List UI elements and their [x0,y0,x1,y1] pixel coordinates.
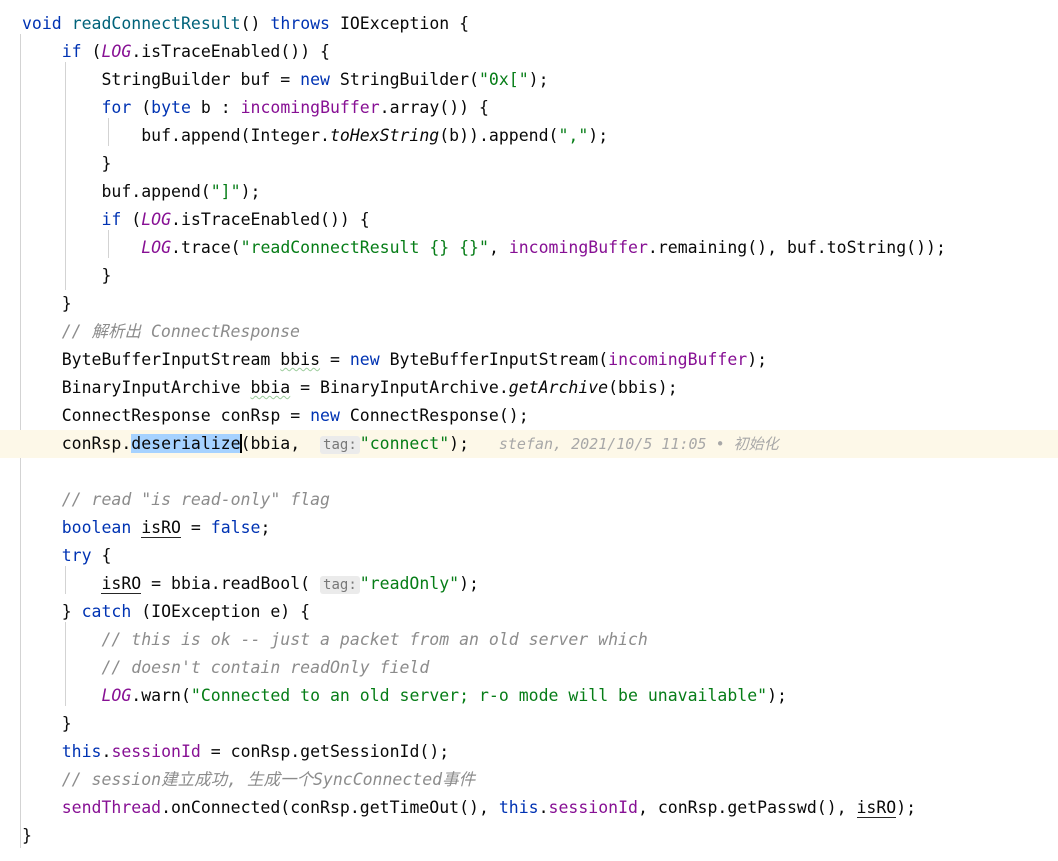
code-line-26[interactable]: } [0,710,1058,738]
selected-identifier-deserialize[interactable]: deserialize [131,434,241,453]
code-line-14[interactable]: BinaryInputArchive bbia = BinaryInputArc… [0,374,1058,402]
keyword-new-2: new [349,350,380,369]
type-ioexception-2: IOException [151,602,261,621]
string-hex-open: "0x[" [478,70,529,89]
logger-identifier-2: LOG [141,210,172,229]
parameter-hint-tag-2[interactable]: tag: [320,576,360,594]
vcs-blame-author[interactable]: stefan [499,435,553,453]
code-line-24[interactable]: // doesn't contain readOnly field [0,654,1058,682]
code-line-28[interactable]: // session建立成功, 生成一个SyncConnected事件 [0,766,1058,794]
code-line-15[interactable]: ConnectResponse conRsp = new ConnectResp… [0,402,1058,430]
code-line-2[interactable]: if (LOG.isTraceEnabled()) { [0,38,1058,66]
code-editor[interactable]: void readConnectResult() throws IOExcept… [0,0,1058,861]
keyword-for: for [101,98,132,117]
keyword-try: try [61,546,92,565]
code-line-25[interactable]: LOG.warn("Connected to an old server; r-… [0,682,1058,710]
keyword-if-2: if [101,210,122,229]
code-line-12[interactable]: // 解析出 ConnectResponse [0,318,1058,346]
logger-identifier-3: LOG [141,238,172,257]
field-sendthread: sendThread [61,798,162,817]
code-line-4[interactable]: for (byte b : incomingBuffer.array()) { [0,94,1058,122]
code-line-9[interactable]: LOG.trace("readConnectResult {} {}", inc… [0,234,1058,262]
code-line-30[interactable]: } [0,822,1058,850]
static-method-getarchive: getArchive [508,378,609,397]
keyword-this-2: this [498,798,539,817]
keyword-new-1: new [300,70,330,89]
keyword-boolean: boolean [61,518,132,537]
code-line-1[interactable]: void readConnectResult() throws IOExcept… [0,10,1058,38]
variable-bbia: bbia [250,378,291,397]
string-comma: "," [558,126,589,145]
string-readonly: "readOnly" [359,574,460,593]
string-warn-old-server: "Connected to an old server; r-o mode wi… [190,686,768,705]
string-connect: "connect" [359,434,450,453]
keyword-false: false [210,518,261,537]
string-trace-format: "readConnectResult {} {}" [240,238,489,257]
code-line-5[interactable]: buf.append(Integer.toHexString(b)).appen… [0,122,1058,150]
code-line-7[interactable]: buf.append("]"); [0,178,1058,206]
code-line-19[interactable]: boolean isRO = false; [0,514,1058,542]
method-name-readconnectresult: readConnectResult [71,14,241,33]
logger-identifier: LOG [101,42,132,61]
code-line-13[interactable]: ByteBufferInputStream bbis = new ByteBuf… [0,346,1058,374]
type-ioexception: IOException [339,14,450,33]
variable-isro-3: isRO [856,798,897,818]
code-line-8[interactable]: if (LOG.isTraceEnabled()) { [0,206,1058,234]
vcs-blame-separator: • [715,435,725,453]
keyword-this-1: this [61,742,102,761]
code-line-23[interactable]: // this is ok -- just a packet from an o… [0,626,1058,654]
static-method-tohexstring: toHexString [329,126,440,145]
vcs-blame-date[interactable]: 2021/10/5 11:05 [571,435,706,453]
comment-ok-packet: // this is ok -- just a packet from an o… [101,630,648,649]
keyword-catch: catch [81,602,132,621]
field-incomingbuffer-3: incomingBuffer [608,350,748,369]
code-line-17-blank[interactable] [0,458,1058,486]
code-line-3[interactable]: StringBuilder buf = new StringBuilder("0… [0,66,1058,94]
field-sessionid-2: sessionId [548,798,638,817]
keyword-void: void [22,14,62,33]
comment-session-established: // session建立成功, 生成一个SyncConnected事件 [61,770,476,789]
variable-bbis: bbis [280,350,321,369]
field-incomingbuffer-1: incomingBuffer [240,98,380,117]
comment-readonly-flag: // read "is read-only" flag [61,490,330,509]
parameter-hint-tag-1[interactable]: tag: [320,436,360,454]
code-line-22[interactable]: } catch (IOException e) { [0,598,1058,626]
code-line-16-caret-row[interactable]: conRsp.deserialize(bbia, tag: "connect");… [0,430,1058,458]
code-line-29[interactable]: sendThread.onConnected(conRsp.getTimeOut… [0,794,1058,822]
field-incomingbuffer-2: incomingBuffer [508,238,648,257]
variable-isro-1: isRO [141,518,181,538]
code-line-6[interactable]: } [0,150,1058,178]
keyword-byte: byte [151,98,191,117]
variable-isro-2: isRO [101,574,142,594]
code-line-27[interactable]: this.sessionId = conRsp.getSessionId(); [0,738,1058,766]
comment-parse-connectresponse: // 解析出 ConnectResponse [61,322,300,341]
code-line-11[interactable]: } [0,290,1058,318]
comment-no-readonly-field: // doesn't contain readOnly field [101,658,430,677]
code-line-20[interactable]: try { [0,542,1058,570]
code-line-18[interactable]: // read "is read-only" flag [0,486,1058,514]
keyword-throws: throws [270,14,330,33]
keyword-new-3: new [310,406,340,425]
code-line-21[interactable]: isRO = bbia.readBool( tag: "readOnly"); [0,570,1058,598]
logger-identifier-4: LOG [101,686,132,705]
keyword-if: if [61,42,82,61]
vcs-blame-message[interactable]: 初始化 [734,435,779,453]
field-sessionid-1: sessionId [111,742,201,761]
string-bracket-close: "]" [210,182,241,201]
code-line-10[interactable]: } [0,262,1058,290]
